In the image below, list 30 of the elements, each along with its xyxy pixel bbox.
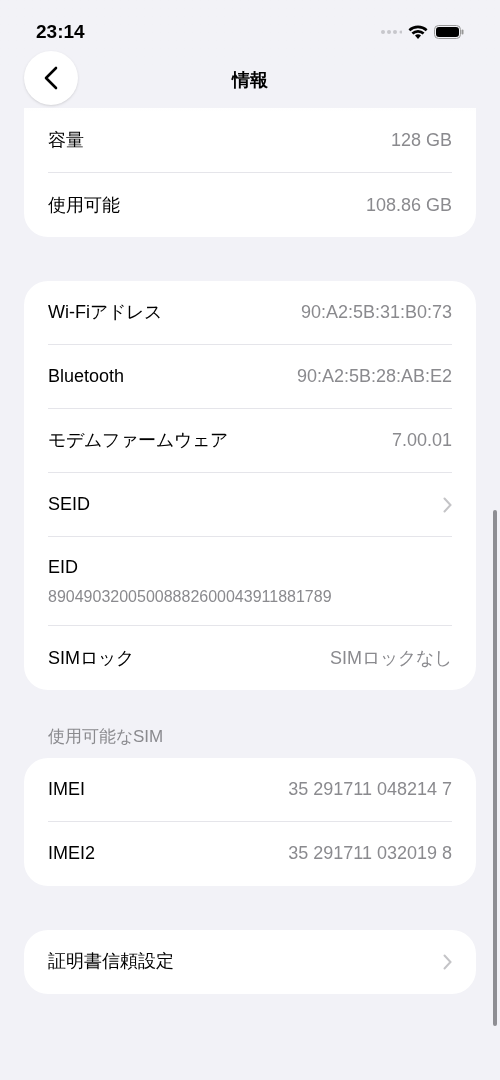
row-label: 使用可能 [48,193,120,217]
row-value: 7.00.01 [391,429,452,452]
wifi-icon [408,24,428,40]
back-button[interactable] [24,50,78,105]
list-item[interactable]: SEID [48,473,452,537]
row-value: 35 291711 048214 7 [288,777,452,801]
row-label: SIMロック [48,646,134,670]
row-value: 35 291711 032019 8 [288,842,452,865]
row-value: 128 GB [390,129,452,152]
row-label: Bluetooth [48,365,125,388]
signal-icon [380,29,402,36]
row-label: モデムファームウェア [48,429,228,452]
row-value: 108.86 GB [365,193,452,217]
row-value: SIMロックなし [330,646,452,670]
list-item[interactable]: 証明書信頼設定 [48,929,452,994]
nav-title: 情報 [232,69,268,92]
row-label: Wi-Fiアドレス [48,301,162,324]
row-label: IMEI2 [48,842,95,865]
row-value: 90:A2:5B:31:B0:73 [300,301,452,324]
row-label: EID [48,555,79,579]
row-label: 容量 [48,129,84,152]
chevron-left-icon [44,65,58,90]
status-time: 23:14 [36,20,85,44]
chevron-right-icon [443,496,452,513]
chevron-right-icon [443,953,452,970]
row-label: IMEI [48,777,85,801]
battery-icon [434,25,464,40]
row-value: 89049032005008882600043911881789 [48,586,333,607]
row-value: 90:A2:5B:28:AB:E2 [296,365,452,388]
section-header: 使用可能なSIM [48,727,164,746]
